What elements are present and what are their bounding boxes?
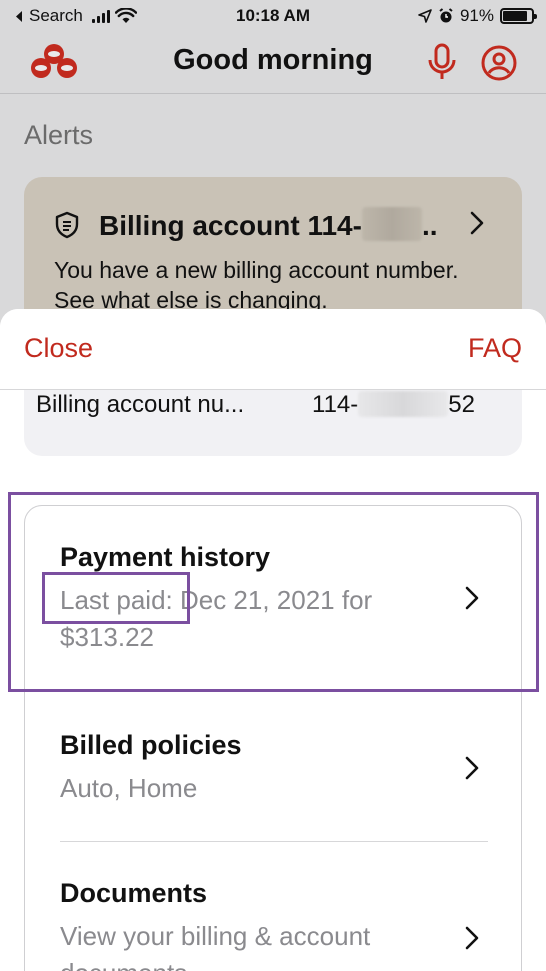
account-value-suffix: 52 — [448, 391, 475, 418]
status-back[interactable]: Search — [14, 6, 137, 26]
faq-button[interactable]: FAQ — [468, 333, 522, 364]
status-bar: Search 10:18 AM 91% — [0, 0, 546, 34]
redacted-number — [361, 207, 422, 241]
alarm-icon — [439, 8, 453, 23]
battery-percent: 91% — [459, 6, 494, 25]
chevron-right-icon — [465, 756, 479, 780]
annotation-last-paid-box — [42, 572, 190, 624]
billed-policies-row[interactable]: Billed policies Auto, Home — [25, 698, 523, 840]
close-button[interactable]: Close — [24, 333, 93, 364]
shield-icon — [55, 211, 79, 239]
back-arrow-icon — [16, 10, 22, 22]
sheet-header: Close FAQ — [0, 309, 546, 390]
billed-policies-subtitle: Auto, Home — [60, 773, 198, 803]
chevron-right-icon — [470, 211, 484, 235]
battery-icon — [500, 8, 537, 24]
location-arrow-icon — [418, 9, 432, 23]
alerts-heading: Alerts — [24, 120, 94, 150]
documents-title: Documents — [60, 878, 208, 908]
billing-account-label: Billing account nu... — [36, 391, 245, 418]
wifi-icon — [114, 8, 137, 23]
microphone-icon[interactable] — [424, 42, 460, 82]
alert-body: You have a new billing account number. S… — [54, 257, 459, 313]
chevron-right-icon — [465, 926, 479, 950]
alert-title: Billing account 114-.. — [99, 207, 438, 242]
billed-policies-title: Billed policies — [60, 730, 242, 760]
screen: Search 10:18 AM 91% Good morning Alerts … — [0, 0, 546, 971]
documents-row[interactable]: Documents View your billing & account do… — [25, 842, 523, 971]
state-farm-logo-icon — [31, 44, 77, 78]
alert-title-suffix: .. — [421, 210, 438, 241]
status-right: 91% — [418, 6, 537, 26]
alert-title-prefix: Billing account 114- — [99, 210, 362, 241]
app-header: Good morning — [0, 34, 546, 94]
billing-account-value: 114- 52 — [312, 391, 475, 419]
status-back-label: Search — [29, 6, 83, 25]
cellular-signal-icon — [91, 9, 110, 23]
redacted-account-number — [358, 391, 449, 417]
documents-subtitle: View your billing & account documents — [60, 921, 371, 971]
account-value-prefix: 114- — [312, 391, 359, 418]
user-profile-icon[interactable] — [480, 44, 518, 82]
